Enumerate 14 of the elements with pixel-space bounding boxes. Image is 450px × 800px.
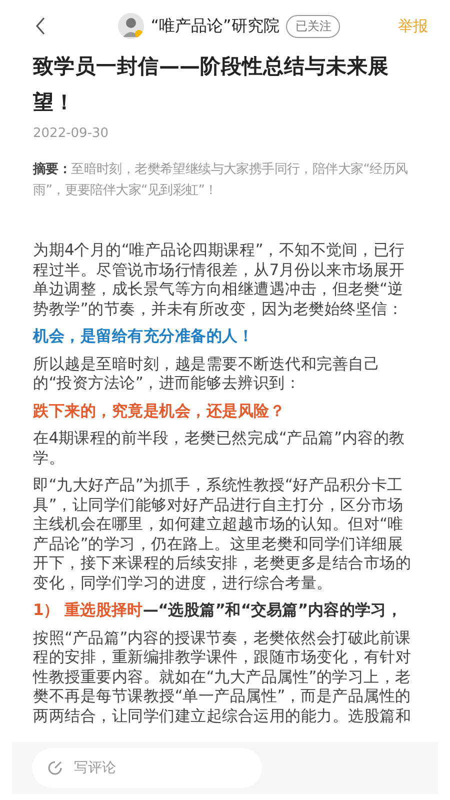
- body-paragraph: 为期4个月的“唯产品论四期课程”，不知不觉间，已行程过半。尽管说市场行情很差，从7月份以来市场展开单边调整，成长景气等方向相继遭遇冲击，但老樊“逆势教学”的节奏，并未有所改变，因为老樊始终坚信：: [33, 241, 406, 319]
- body-paragraph: 所以越是至暗时刻，越是需要不断迭代和完善自己的“投资方法论”，进而能够去辨识到：: [33, 354, 380, 394]
- follow-button[interactable]: 已关注: [286, 14, 340, 38]
- section-heading: 机会，是留给有充分准备的人！: [33, 327, 254, 346]
- body-paragraph: 即“九大好产品”为抓手，系统性教授“好产品积分卡工具”，让同学们能够对好产品进行自主打分，区分市场主线机会在哪里，如何建立超越市场的认知。但对“唯产品论”的学习，仍在路上。这里老樊和同学们详细展开下，接下来课程的后续安排，老樊更多是结合市场的变化，同学们学习的进度，进行综合考量。: [33, 476, 412, 593]
- section-heading: 跌下来的，究竟是机会，还是风险？: [33, 402, 286, 421]
- author-name[interactable]: “唯产品论”研究院: [150, 16, 280, 36]
- publish-date: 2022-09-30: [33, 126, 110, 141]
- article-title: 致学员一封信——阶段性总结与未来展望！: [33, 53, 390, 116]
- comment-field[interactable]: 写评论: [32, 748, 262, 788]
- summary-text: 摘要：至暗时刻，老樊希望继续与大家携手同行，陪伴大家“经历风雨”，更要陪伴大家“见到彩虹”！: [33, 160, 409, 200]
- body-paragraph: 在4期课程的前半段，老樊已然完成“产品篇”内容的教学。: [33, 429, 406, 468]
- body-paragraph: 按照“产品篇”内容的授课节奏，老樊依然会打破此前课程的安排，重新编排教学课件，跟随市场变化，有针对性教授重要内容。就如在“九大产品属性”的学习上，老樊不再是每节课教授“单一产品属性”，而是产品属性的两两结合，让同学们建立起综合运用的能力。选股篇和: [33, 628, 412, 726]
- section-heading: 1） 重选股择时—“选股篇”和“交易篇”内容的学习，: [33, 601, 404, 620]
